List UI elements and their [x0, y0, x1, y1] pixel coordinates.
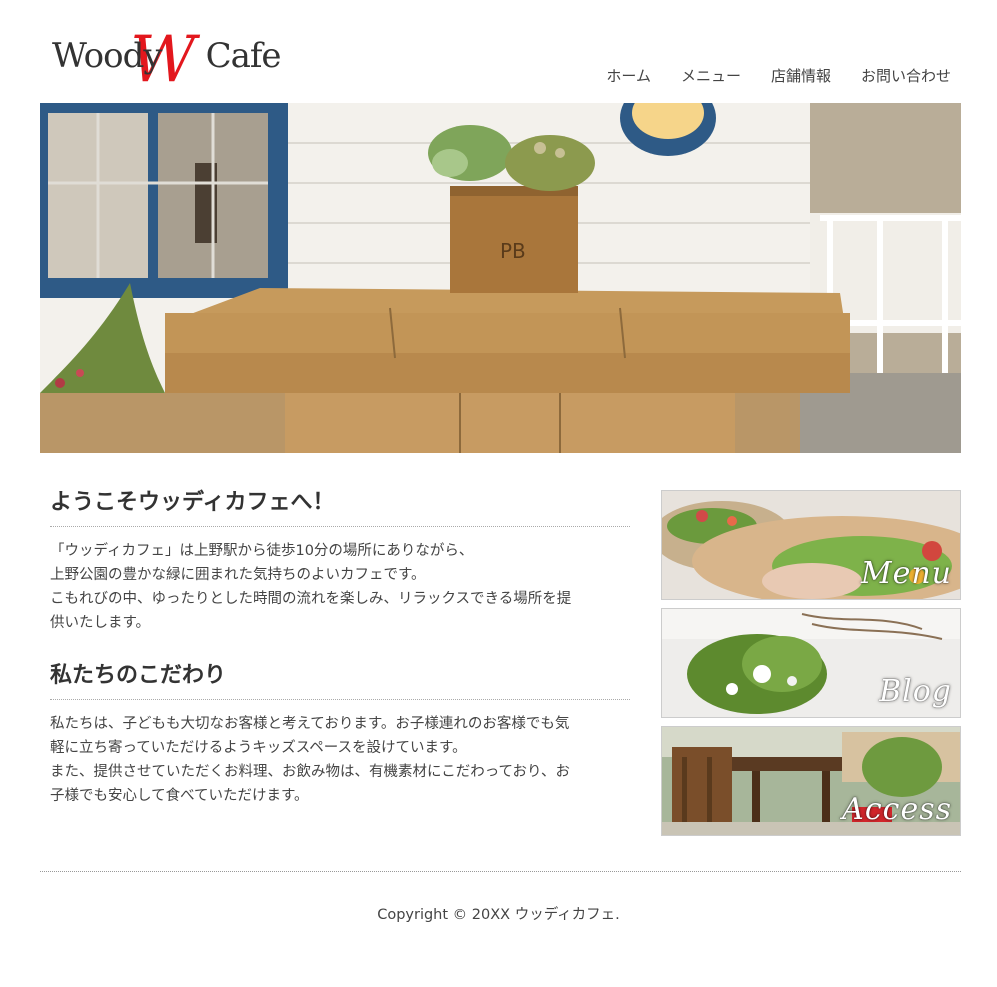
site-logo[interactable]: W Woody Cafe [50, 28, 282, 94]
nav-home[interactable]: ホーム [606, 66, 651, 86]
main-content: ようこそウッディカフェへ！ 「ウッディカフェ」は上野駅から徒歩10分の場所にあり… [50, 488, 630, 808]
menu-banner-label: Menu [860, 556, 952, 591]
footer-copyright: Copyright © 20XX ウッディカフェ. [377, 907, 620, 923]
side-banners: Menu Blog Access [661, 490, 961, 844]
welcome-heading: ようこそウッディカフェへ！ [50, 488, 630, 527]
access-banner[interactable]: Access [661, 726, 961, 836]
footer-divider [40, 871, 961, 872]
welcome-text: 「ウッディカフェ」は上野駅から徒歩10分の場所にありながら、 上野公園の豊かな緑… [50, 543, 572, 631]
nav-store-info[interactable]: 店舗情報 [771, 66, 831, 86]
commitment-heading: 私たちのこだわり [50, 661, 630, 700]
svg-text:PB: PB [500, 239, 526, 263]
logo-text: Woody Cafe [52, 36, 282, 76]
global-nav: ホーム メニュー 店舗情報 お問い合わせ [606, 66, 951, 86]
nav-contact[interactable]: お問い合わせ [861, 66, 951, 86]
access-banner-label: Access [842, 792, 952, 827]
menu-banner[interactable]: Menu [661, 490, 961, 600]
hero-image: PB [40, 103, 961, 453]
commitment-text: 私たちは、子どもも大切なお客様と考えております。お子様連れのお客様でも気 軽に立… [50, 716, 570, 804]
blog-banner[interactable]: Blog [661, 608, 961, 718]
nav-menu[interactable]: メニュー [681, 66, 741, 86]
blog-banner-label: Blog [879, 674, 952, 709]
